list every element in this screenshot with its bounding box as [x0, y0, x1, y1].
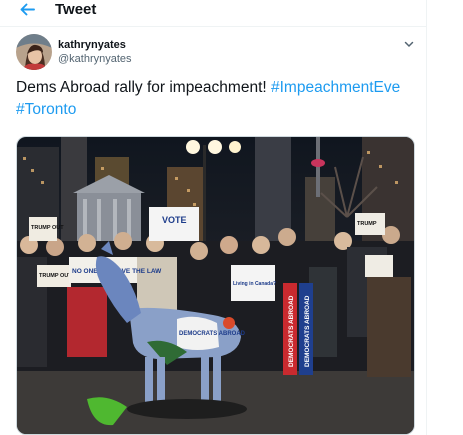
sign-text: DEMOCRATS ABROAD [304, 295, 311, 367]
sign-text: TRUMP OUT [39, 273, 72, 279]
tweet-photo[interactable]: TRUMP OUT TRUMP OUT NO ONE IS ABOVE THE … [16, 136, 415, 435]
donkey-text: DEMOCRATS ABROAD [179, 331, 246, 337]
chevron-down-icon [404, 41, 414, 48]
tweet-text: Dems Abroad rally for impeachment! #Impe… [16, 77, 421, 121]
tweet-body: Dems Abroad rally for impeachment! [16, 79, 271, 96]
user-handle[interactable]: @kathrynyates [58, 53, 132, 65]
tweet-menu-button[interactable] [402, 37, 416, 49]
page-title: Tweet [55, 1, 97, 18]
display-name[interactable]: kathrynyates [58, 39, 126, 51]
header-bar: Tweet [0, 0, 426, 27]
back-button[interactable] [14, 0, 40, 20]
avatar[interactable] [16, 34, 52, 70]
sign-text: DEMOCRATS ABROAD [288, 295, 295, 367]
sign-text: Living in Canada? [233, 281, 276, 287]
sign-text: TRUMP [357, 221, 377, 227]
hashtag-impeachmenteve[interactable]: #ImpeachmentEve [271, 79, 400, 96]
tweet-column: Tweet kathrynyates @kathrynyates Dems Ab… [0, 0, 427, 435]
hashtag-toronto[interactable]: #Toronto [16, 101, 76, 118]
rally-photo: TRUMP OUT TRUMP OUT NO ONE IS ABOVE THE … [17, 137, 414, 434]
arrow-left-icon [20, 3, 35, 16]
sign-text: TRUMP OUT [31, 225, 64, 231]
sign-text: VOTE [162, 215, 187, 225]
